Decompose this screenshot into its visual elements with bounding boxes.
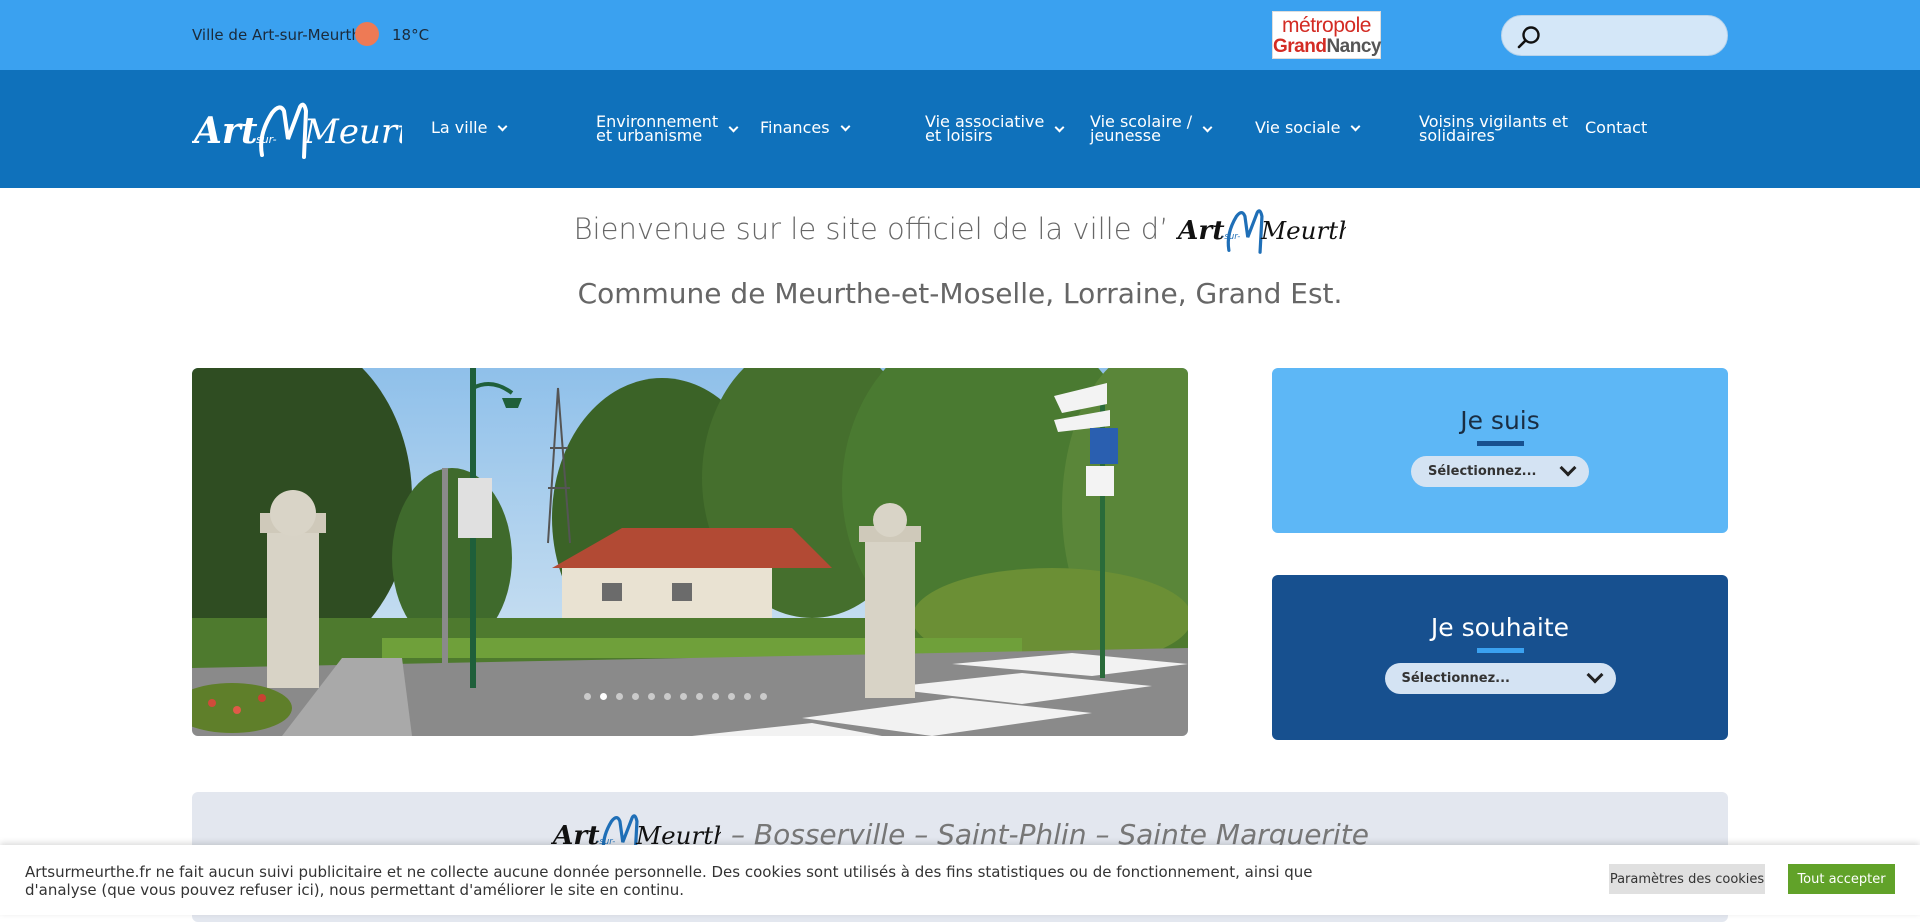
sun-icon bbox=[355, 22, 379, 46]
site-logo[interactable]: Art -sur- Meurthe bbox=[192, 95, 402, 165]
nav-item-environnement[interactable]: Environnement et urbanisme bbox=[596, 114, 739, 144]
city-name: Ville de Art-sur-Meurthe bbox=[192, 26, 371, 44]
title-underline bbox=[1476, 648, 1524, 653]
je-suis-select[interactable]: Sélectionnez... bbox=[1411, 456, 1589, 487]
chevron-down-icon bbox=[1350, 121, 1361, 131]
slider-dot[interactable] bbox=[664, 693, 671, 700]
search-input[interactable] bbox=[1548, 22, 1718, 50]
je-suis-card: Je suis Sélectionnez... bbox=[1272, 368, 1728, 533]
slider-dot[interactable] bbox=[680, 693, 687, 700]
je-souhaite-card: Je souhaite Sélectionnez... bbox=[1272, 575, 1728, 740]
slider-dot[interactable] bbox=[616, 693, 623, 700]
temperature: 18°C bbox=[392, 26, 430, 44]
chevron-down-icon bbox=[1586, 666, 1603, 684]
chevron-down-icon bbox=[498, 121, 508, 131]
nav-item-vie-associative[interactable]: Vie associative et loisirs bbox=[925, 114, 1065, 144]
svg-text:Art: Art bbox=[1176, 215, 1225, 246]
svg-text:Meurthe: Meurthe bbox=[1260, 216, 1346, 245]
nav-item-vie-sociale[interactable]: Vie sociale bbox=[1255, 120, 1361, 136]
welcome-heading: Bienvenue sur le site officiel de la vil… bbox=[0, 205, 1920, 257]
slider-dot[interactable] bbox=[584, 693, 591, 700]
photo-slider[interactable] bbox=[192, 368, 1188, 736]
je-souhaite-title: Je souhaite bbox=[1430, 613, 1570, 642]
slider-dot[interactable] bbox=[600, 693, 607, 700]
nav-item-vie-scolaire[interactable]: Vie scolaire / jeunesse bbox=[1090, 114, 1213, 144]
title-underline bbox=[1476, 441, 1524, 446]
accept-all-button[interactable]: Tout accepter bbox=[1788, 864, 1895, 894]
je-suis-title: Je suis bbox=[1460, 406, 1540, 435]
slider-dot[interactable] bbox=[744, 693, 751, 700]
chevron-down-icon bbox=[1559, 459, 1577, 477]
nav-item-finances[interactable]: Finances bbox=[760, 120, 850, 136]
chevron-down-icon bbox=[1202, 122, 1213, 132]
je-souhaite-select[interactable]: Sélectionnez... bbox=[1384, 663, 1616, 694]
cookie-consent-bar: Artsurmeurthe.fr ne fait aucun suivi pub… bbox=[0, 845, 1920, 915]
search-box[interactable] bbox=[1501, 15, 1728, 56]
top-bar: Ville de Art-sur-Meurthe 18°C métropole … bbox=[0, 0, 1920, 70]
slider-dot[interactable] bbox=[696, 693, 703, 700]
cookie-settings-button[interactable]: Paramètres des cookies bbox=[1609, 864, 1765, 894]
slider-dot[interactable] bbox=[712, 693, 719, 700]
svg-text:Meurthe: Meurthe bbox=[303, 112, 402, 152]
nav-item-la-ville[interactable]: La ville bbox=[431, 120, 508, 136]
cookie-message: Artsurmeurthe.fr ne fait aucun suivi pub… bbox=[25, 863, 1313, 899]
partner-logo-line1: métropole bbox=[1282, 14, 1371, 37]
chevron-down-icon bbox=[840, 121, 850, 131]
metropole-grand-nancy-logo[interactable]: métropole GrandNancy bbox=[1272, 11, 1381, 59]
slider-pagination bbox=[584, 693, 767, 700]
subtitle: Commune de Meurthe-et-Moselle, Lorraine,… bbox=[577, 277, 1343, 310]
nav-item-voisins-vigilants[interactable]: Voisins vigilants et solidaires bbox=[1419, 114, 1568, 144]
nav-item-contact[interactable]: Contact bbox=[1585, 120, 1647, 136]
slider-dot[interactable] bbox=[648, 693, 655, 700]
slider-dot[interactable] bbox=[728, 693, 735, 700]
slider-dot[interactable] bbox=[632, 693, 639, 700]
inline-site-logo: Art -sur- Meurthe bbox=[1176, 209, 1346, 254]
chevron-down-icon bbox=[728, 122, 739, 132]
svg-text:Art: Art bbox=[192, 110, 258, 152]
partner-logo-line2: GrandNancy bbox=[1273, 36, 1381, 57]
chevron-down-icon bbox=[1054, 122, 1065, 132]
search-icon[interactable] bbox=[1516, 24, 1542, 50]
slider-dot[interactable] bbox=[760, 693, 767, 700]
